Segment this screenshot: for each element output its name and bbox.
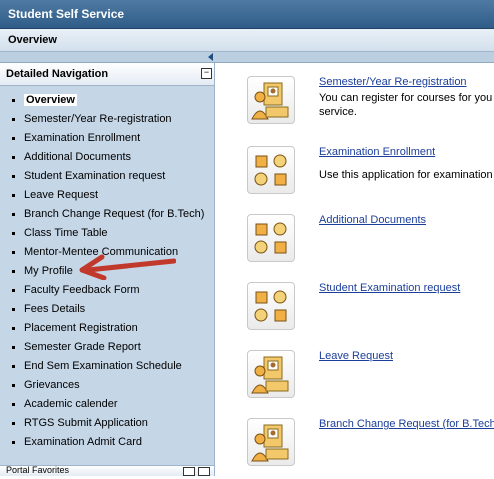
bullet-icon	[12, 403, 15, 406]
person-computer-icon[interactable]	[247, 418, 295, 466]
sidebar-item-additional-documents[interactable]: Additional Documents	[0, 148, 214, 167]
sidebar-item-academic-calender[interactable]: Academic calender	[0, 395, 214, 414]
service-title-leave-request[interactable]: Leave Request	[319, 350, 393, 362]
portal-favorites-label: Portal Favorites	[6, 465, 70, 475]
bullet-icon	[12, 289, 15, 292]
annotation-arrow-icon	[79, 254, 176, 280]
sidebar-item-end-sem-schedule[interactable]: End Sem Examination Schedule	[0, 357, 214, 376]
collapse-left-icon[interactable]	[208, 53, 213, 61]
service-entry: Additional Documents	[247, 214, 494, 268]
bullet-icon	[12, 232, 15, 235]
sidebar-item-faculty-feedback[interactable]: Faculty Feedback Form	[0, 281, 214, 300]
sidebar-item-admit-card[interactable]: Examination Admit Card	[0, 433, 214, 452]
sidebar-item-class-time-table[interactable]: Class Time Table	[0, 224, 214, 243]
person-computer-icon[interactable]	[247, 76, 295, 124]
service-entry: Semester/Year Re-registration You can re…	[247, 76, 494, 130]
app-title: Student Self Service	[8, 7, 125, 21]
service-description: You can register for courses for you ser…	[319, 92, 493, 118]
sidebar-item-overview[interactable]: Overview	[0, 91, 214, 110]
nav-header: Detailed Navigation −	[0, 63, 214, 86]
bullet-icon	[12, 213, 15, 216]
bullet-icon	[12, 327, 15, 330]
bullet-icon	[12, 156, 15, 159]
portal-favorites-bar: Portal Favorites	[0, 465, 214, 476]
bullet-icon	[12, 365, 15, 368]
favorites-menu-icon[interactable]	[183, 467, 195, 476]
sidebar-item-grievances[interactable]: Grievances	[0, 376, 214, 395]
bullet-icon	[12, 99, 15, 102]
bullet-icon	[12, 194, 15, 197]
bullet-icon	[12, 384, 15, 387]
bullet-icon	[12, 175, 15, 178]
sidebar-item-fees-details[interactable]: Fees Details	[0, 300, 214, 319]
bullet-icon	[12, 118, 15, 121]
collapse-nav-icon[interactable]: −	[201, 68, 212, 79]
sidebar-item-leave-request[interactable]: Leave Request	[0, 186, 214, 205]
service-entry: Examination Enrollment Use this applicat…	[247, 146, 494, 200]
bullet-icon	[12, 346, 15, 349]
sidebar-item-student-examination-request[interactable]: Student Examination request	[0, 167, 214, 186]
sidebar-item-placement-registration[interactable]: Placement Registration	[0, 319, 214, 338]
service-entry: Leave Request	[247, 350, 494, 404]
bullet-icon	[12, 422, 15, 425]
shapes-grid-icon[interactable]	[247, 214, 295, 262]
sidebar-item-rtgs-submit[interactable]: RTGS Submit Application	[0, 414, 214, 433]
tab-overview[interactable]: Overview	[8, 34, 57, 46]
splitter-strip	[0, 52, 494, 63]
service-description: Use this application for examination	[319, 169, 493, 181]
bullet-icon	[12, 270, 15, 273]
nav-heading: Detailed Navigation	[6, 68, 109, 80]
header-bar: Student Self Service	[0, 0, 494, 29]
service-title-branch-change-request[interactable]: Branch Change Request (for B.Tech	[319, 418, 494, 430]
person-computer-icon[interactable]	[247, 350, 295, 398]
sidebar-item-semester-reregistration[interactable]: Semester/Year Re-registration	[0, 110, 214, 129]
sidebar-item-branch-change-request[interactable]: Branch Change Request (for B.Tech)	[0, 205, 214, 224]
bullet-icon	[12, 251, 15, 254]
sidebar-item-examination-enrollment[interactable]: Examination Enrollment	[0, 129, 214, 148]
service-title-additional-documents[interactable]: Additional Documents	[319, 214, 426, 226]
service-entry: Student Examination request	[247, 282, 494, 336]
sidebar-item-semester-grade-report[interactable]: Semester Grade Report	[0, 338, 214, 357]
bullet-icon	[12, 137, 15, 140]
bullet-icon	[12, 441, 15, 444]
service-title-examination-enrollment[interactable]: Examination Enrollment	[319, 146, 435, 158]
bullet-icon	[12, 308, 15, 311]
shapes-grid-icon[interactable]	[247, 282, 295, 330]
shapes-grid-icon[interactable]	[247, 146, 295, 194]
service-title-semester-reregistration[interactable]: Semester/Year Re-registration	[319, 76, 467, 88]
tab-bar: Overview	[0, 29, 494, 52]
main-content: Semester/Year Re-registration You can re…	[215, 63, 494, 476]
favorites-collapse-icon[interactable]	[198, 467, 210, 476]
service-entry: Branch Change Request (for B.Tech	[247, 418, 494, 472]
service-title-student-examination-request[interactable]: Student Examination request	[319, 282, 460, 294]
